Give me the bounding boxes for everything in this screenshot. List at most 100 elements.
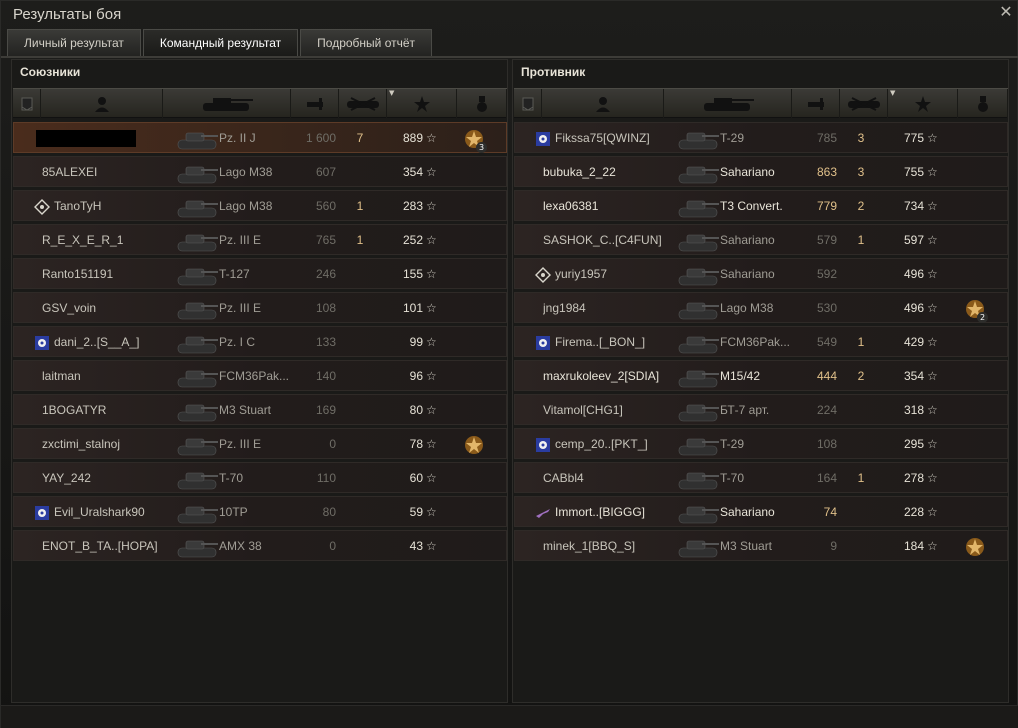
player-name: Fikssa75[QWINZ] [555,131,650,145]
player-name: 85ALEXEI [42,165,98,179]
table-row[interactable]: SASHOK_C..[C4FUN] Sahariano 579 1 597 ☆ [514,224,1008,255]
vehicle-name: T-127 [219,267,250,281]
damage-value: 530 [816,301,837,315]
star-icon: ☆ [426,369,437,383]
vehicle-name: T-29 [720,437,745,451]
plane-badge-icon [536,509,550,518]
tank-silhouette-icon [177,370,218,388]
vehicle-column-header[interactable] [664,89,792,119]
table-row[interactable]: dani_2..[S__A_] Pz. I C 133 99 ☆ [13,326,507,357]
experience-column-icon [914,96,931,112]
star-icon: ☆ [426,505,437,519]
table-row[interactable]: jng1984 Lago M38 530 496 ☆ 2 [514,292,1008,323]
experience-value: 354 [402,165,423,179]
tab-bar: Личный результат Командный результат Под… [7,29,433,56]
player-name: yuriy1957 [555,267,608,281]
medal-icon[interactable] [463,434,485,456]
tank-silhouette-icon [177,506,218,524]
player-column-header[interactable] [542,89,664,119]
table-row[interactable]: bubuka_2_22 Sahariano 863 3 755 ☆ [514,156,1008,187]
table-row[interactable]: Evil_Uralshark90 10TP 80 59 ☆ [13,496,507,527]
damage-value: 133 [315,335,336,349]
medal-icon[interactable]: 3 [463,128,487,153]
star-icon: ☆ [927,335,938,349]
tab-detailed-report[interactable]: Подробный отчёт [300,29,433,56]
kills-column-header[interactable] [840,89,888,119]
sort-indicator-icon: ▼ [389,89,395,97]
kills-column-header[interactable] [339,89,387,119]
vehicle-column-header[interactable] [163,89,291,119]
close-icon[interactable]: ✕ [997,3,1015,21]
player-name: YAY_242 [42,471,91,485]
table-row[interactable]: Pz. II J 1 600 7 889 ☆ 3 [13,122,507,153]
table-row[interactable]: Fikssa75[QWINZ] T-29 785 3 775 ☆ [514,122,1008,153]
kills-value [350,463,370,494]
table-row[interactable]: Immort..[BIGGG] Sahariano 74 228 ☆ [514,496,1008,527]
table-row[interactable]: Firema..[_BON_] FCM36Pak... 549 1 429 ☆ [514,326,1008,357]
table-row[interactable]: yuriy1957 Sahariano 592 496 ☆ [514,258,1008,289]
table-row[interactable]: Ranto151191 T-127 246 155 ☆ [13,258,507,289]
medal-icon[interactable] [964,536,986,558]
star-icon: ☆ [927,267,938,281]
table-row[interactable]: Vitamol[CHG1] БТ-7 арт. 224 318 ☆ [514,394,1008,425]
damage-value: 560 [315,199,336,213]
tank-icon [675,262,721,288]
damage-value: 108 [816,437,837,451]
table-row[interactable]: YAY_242 T-70 110 60 ☆ [13,462,507,493]
kills-value [851,429,871,460]
experience-value: 43 [409,539,423,553]
damage-column-icon [807,98,824,110]
squad-column-header[interactable] [514,89,542,119]
tab-personal-result[interactable]: Личный результат [7,29,141,56]
experience-value: 228 [903,505,924,519]
table-row[interactable]: 85ALEXEI Lago M38 607 354 ☆ [13,156,507,187]
table-row[interactable]: lexa06381 T3 Convert. 779 2 734 ☆ [514,190,1008,221]
table-row[interactable]: R_E_X_E_R_1 Pz. III E 765 1 252 ☆ [13,224,507,255]
table-row[interactable]: cemp_20..[PKT_] T-29 108 295 ☆ [514,428,1008,459]
tank-icon [675,432,721,458]
squad-column-icon [21,97,32,111]
table-row[interactable]: CABbl4 T-70 164 1 278 ☆ [514,462,1008,493]
table-row[interactable]: TanoTyH Lago M38 560 1 283 ☆ [13,190,507,221]
damage-column-header[interactable] [792,89,840,119]
star-icon: ☆ [927,131,938,145]
sort-indicator-icon: ▼ [890,89,896,97]
tab-team-result[interactable]: Командный результат [142,29,299,56]
medal-icon[interactable]: 2 [964,298,988,323]
damage-value: 607 [315,165,336,179]
tank-silhouette-icon [177,438,218,456]
tank-silhouette-icon [177,234,218,252]
vehicle-name: Lago M38 [219,165,273,179]
damage-value: 863 [816,165,837,179]
player-name: SASHOK_C..[C4FUN] [543,233,662,247]
tank-icon [675,500,721,526]
clan-badge-icon [536,132,550,146]
experience-value: 734 [903,199,924,213]
tank-silhouette-icon [177,472,218,490]
medals-column-header[interactable] [958,89,1008,119]
kills-value: 2 [857,199,865,213]
table-row[interactable]: maxrukoleev_2[SDIA] M15/42 444 2 354 ☆ [514,360,1008,391]
star-icon: ☆ [426,301,437,315]
table-row[interactable]: ENOT_B_TA..[HOPA] AMX 38 0 43 ☆ [13,530,507,561]
kills-value [350,395,370,426]
clan-badge-icon [536,438,550,452]
damage-value: 80 [322,505,336,519]
table-row[interactable]: 1BOGATYR M3 Stuart 169 80 ☆ [13,394,507,425]
player-column-header[interactable] [41,89,163,119]
squad-column-header[interactable] [13,89,41,119]
damage-value: 592 [816,267,837,281]
vehicle-name: T-70 [720,471,745,485]
star-icon: ☆ [426,165,437,179]
experience-column-header[interactable] [387,89,457,119]
damage-column-header[interactable] [291,89,339,119]
table-row[interactable]: GSV_voin Pz. III E 108 101 ☆ [13,292,507,323]
experience-column-header[interactable] [888,89,958,119]
table-row[interactable]: laitman FCM36Pak... 140 96 ☆ [13,360,507,391]
table-row[interactable]: zxctimi_stalnoj Pz. III E 0 78 ☆ [13,428,507,459]
clan-icon [34,505,50,521]
experience-value: 429 [903,335,924,349]
table-row[interactable]: minek_1[BBQ_S] M3 Stuart 9 184 ☆ [514,530,1008,561]
medals-column-header[interactable] [457,89,507,119]
tank-silhouette-icon [678,166,719,184]
